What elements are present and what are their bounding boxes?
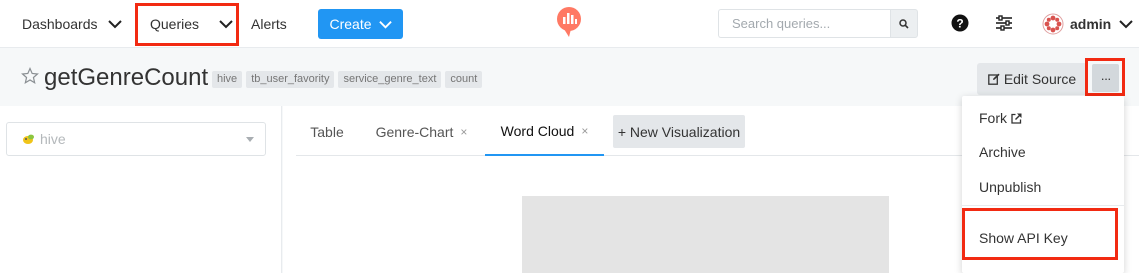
menu-divider [962,205,1124,206]
tab-label: Genre-Chart [375,124,454,140]
tag[interactable]: tb_user_favority [246,71,335,88]
star-icon[interactable] [21,67,39,85]
queries-highlight-box [135,3,239,46]
tag[interactable]: count [445,71,483,88]
chevron-down-icon [378,20,392,29]
menu-item-fork[interactable]: Fork [979,110,1022,126]
edit-icon [987,73,1000,85]
search-icon [899,18,909,29]
tab-label: Word Cloud [500,123,575,139]
svg-text:?: ? [956,17,963,31]
nav-alerts-label: Alerts [251,16,287,32]
tab-genre-chart[interactable]: Genre-Chart × [358,108,485,156]
search-box [718,9,918,38]
datasource-select[interactable]: hive [6,122,266,156]
caret-down-icon [246,137,254,142]
word-cloud-placeholder [522,196,889,273]
user-menu[interactable]: admin [1042,0,1133,48]
external-link-icon [1011,113,1022,124]
menu-item-label: Archive [979,144,1026,160]
edit-source-button[interactable]: Edit Source [977,63,1087,95]
help-button[interactable]: ? [949,12,971,34]
menu-item-label: Fork [979,110,1007,126]
search-input[interactable] [718,9,890,38]
redash-logo-icon[interactable] [555,6,583,38]
search-button[interactable] [890,9,918,38]
api-key-highlight-box [962,208,1118,260]
query-tags: hive tb_user_favority service_genre_text… [212,71,483,88]
settings-button[interactable] [993,12,1015,34]
tab-word-cloud[interactable]: Word Cloud × [485,108,604,156]
nav-alerts[interactable]: Alerts [251,0,287,48]
new-visualization-label: + New Visualization [617,123,741,140]
edit-source-label: Edit Source [1003,71,1077,87]
create-button[interactable]: Create [318,9,403,39]
menu-item-unpublish[interactable]: Unpublish [979,179,1041,195]
user-name: admin [1070,16,1112,32]
create-button-label: Create [329,16,372,32]
nav-dashboards[interactable]: Dashboards [22,0,122,48]
datasource-label: hive [40,131,66,147]
tab-label: Table [310,124,344,140]
page-title[interactable]: getGenreCount [44,64,208,92]
tag[interactable]: hive [212,71,243,88]
close-icon[interactable]: × [581,124,588,138]
question-circle-icon: ? [951,14,969,32]
chevron-down-icon[interactable] [107,17,122,31]
avatar [1042,13,1064,35]
tag[interactable]: service_genre_text [338,71,442,88]
new-visualization-button[interactable]: + New Visualization [613,115,745,148]
hive-icon [23,134,34,144]
menu-item-archive[interactable]: Archive [979,144,1026,160]
close-icon[interactable]: × [460,125,467,139]
chevron-down-icon [1119,20,1133,29]
nav-dashboards-label: Dashboards [22,16,98,32]
more-highlight-box [1085,58,1125,96]
tab-table[interactable]: Table [296,108,358,156]
sliders-icon [996,15,1012,31]
menu-item-label: Unpublish [979,179,1042,195]
